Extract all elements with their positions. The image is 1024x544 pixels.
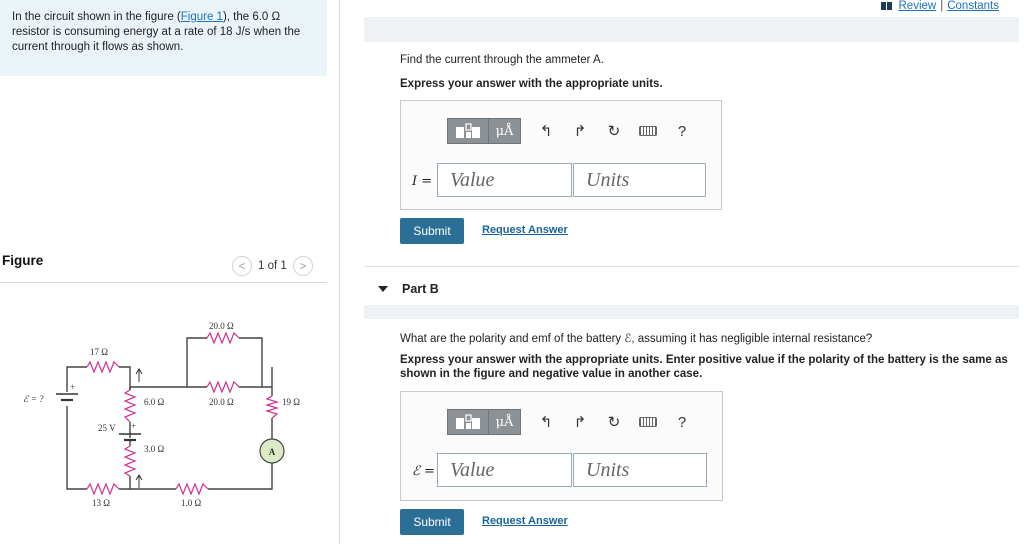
label-20-top: 20.0 Ω <box>209 321 234 331</box>
part-a-answer-box: μÅ ↰ ↱ ↻ ? I = Value Units <box>400 100 722 210</box>
label-13-ohm: 13 Ω <box>92 498 110 508</box>
part-b-prompt: What are the polarity and emf of the bat… <box>400 333 873 345</box>
part-a-prompt: Find the current through the ammeter A. <box>400 54 604 66</box>
resistor-20-top <box>206 331 240 345</box>
value-input[interactable]: Value <box>437 453 572 487</box>
resistor-6 <box>123 389 137 423</box>
label-25-volt: 25 V <box>98 423 116 433</box>
resistor-3 <box>123 445 137 477</box>
emf-variable-label: ℰ = <box>412 464 435 479</box>
figure-pager: < 1 of 1 > <box>232 256 313 276</box>
label-20-mid: 20.0 Ω <box>209 397 234 407</box>
value-input[interactable]: Value <box>437 163 572 197</box>
resistor-20-mid <box>206 380 240 394</box>
label-3-ohm: 3.0 Ω <box>144 444 165 454</box>
resistor-19 <box>264 395 280 419</box>
problem-text-start: In the circuit shown in the figure ( <box>12 11 181 23</box>
part-b-instruction: Express your answer with the appropriate… <box>400 354 1008 380</box>
part-b-header[interactable]: Part B <box>378 282 439 296</box>
help-icon[interactable]: ? <box>665 118 699 144</box>
undo-icon[interactable]: ↰ <box>529 118 563 144</box>
request-answer-link-part-b[interactable]: Request Answer <box>482 515 568 527</box>
units-input[interactable]: Units <box>573 163 706 197</box>
part-b-title: Part B <box>402 282 439 296</box>
reset-icon[interactable]: ↻ <box>597 118 631 144</box>
request-answer-link-part-a[interactable]: Request Answer <box>482 224 568 236</box>
keyboard-icon[interactable] <box>631 409 665 435</box>
submit-button-part-a[interactable]: Submit <box>400 218 464 244</box>
part-a-instruction: Express your answer with the appropriate… <box>400 78 663 90</box>
part-b-answer-box: μÅ ↰ ↱ ↻ ? ℰ = Value Units <box>400 391 723 501</box>
plus-sign-25v: + <box>131 421 136 431</box>
part-a-header-band <box>364 17 1019 42</box>
left-pane: In the circuit shown in the figure (Figu… <box>0 0 340 544</box>
part-b-band <box>364 305 1019 319</box>
figure-link[interactable]: Figure 1 <box>181 11 223 23</box>
part-b-toolbar: μÅ ↰ ↱ ↻ ? <box>447 409 699 435</box>
submit-button-part-b[interactable]: Submit <box>400 509 464 535</box>
template-button[interactable] <box>447 118 489 144</box>
part-b-divider <box>364 266 1019 267</box>
label-19-ohm: 19 Ω <box>282 397 300 407</box>
figure-divider <box>0 282 327 283</box>
redo-icon[interactable]: ↱ <box>563 118 597 144</box>
units-symbol-button[interactable]: μÅ <box>489 409 521 435</box>
current-variable-label: I = <box>412 174 433 189</box>
plus-sign-emf: + <box>70 382 75 392</box>
label-17-ohm: 17 Ω <box>90 347 108 357</box>
top-links: Review | Constants <box>880 0 999 12</box>
units-symbol-button[interactable]: μÅ <box>489 118 521 144</box>
constants-link[interactable]: Constants <box>947 0 999 12</box>
ammeter-label: A <box>269 447 276 457</box>
resistor-1 <box>175 482 209 496</box>
label-1-ohm: 1.0 Ω <box>181 498 202 508</box>
help-icon[interactable]: ? <box>665 409 699 435</box>
resistor-13 <box>86 482 120 496</box>
template-icon <box>456 414 480 429</box>
redo-icon[interactable]: ↱ <box>563 409 597 435</box>
review-link[interactable]: Review <box>899 0 937 12</box>
book-icon <box>880 2 892 10</box>
collapse-triangle-icon <box>378 286 388 292</box>
prev-figure-button[interactable]: < <box>232 256 252 276</box>
keyboard-icon[interactable] <box>631 118 665 144</box>
template-button[interactable] <box>447 409 489 435</box>
units-input[interactable]: Units <box>573 453 707 487</box>
link-separator: | <box>940 0 944 12</box>
part-a-toolbar: μÅ ↰ ↱ ↻ ? <box>447 118 699 144</box>
next-figure-button[interactable]: > <box>292 256 313 276</box>
label-6-ohm: 6.0 Ω <box>144 397 165 407</box>
undo-icon[interactable]: ↰ <box>529 409 563 435</box>
problem-statement: In the circuit shown in the figure (Figu… <box>0 0 327 76</box>
right-pane: Review | Constants Find the current thro… <box>342 0 1024 544</box>
template-icon <box>456 123 480 138</box>
circuit-diagram: A ℰ = ? + + 17 Ω 20.0 Ω 20.0 Ω 6.0 Ω 19 … <box>23 321 300 508</box>
emf-label: ℰ = ? <box>23 394 44 404</box>
reset-icon[interactable]: ↻ <box>597 409 631 435</box>
figure-title: Figure <box>2 253 44 268</box>
resistor-17 <box>86 360 120 374</box>
pager-text: 1 of 1 <box>258 260 287 272</box>
